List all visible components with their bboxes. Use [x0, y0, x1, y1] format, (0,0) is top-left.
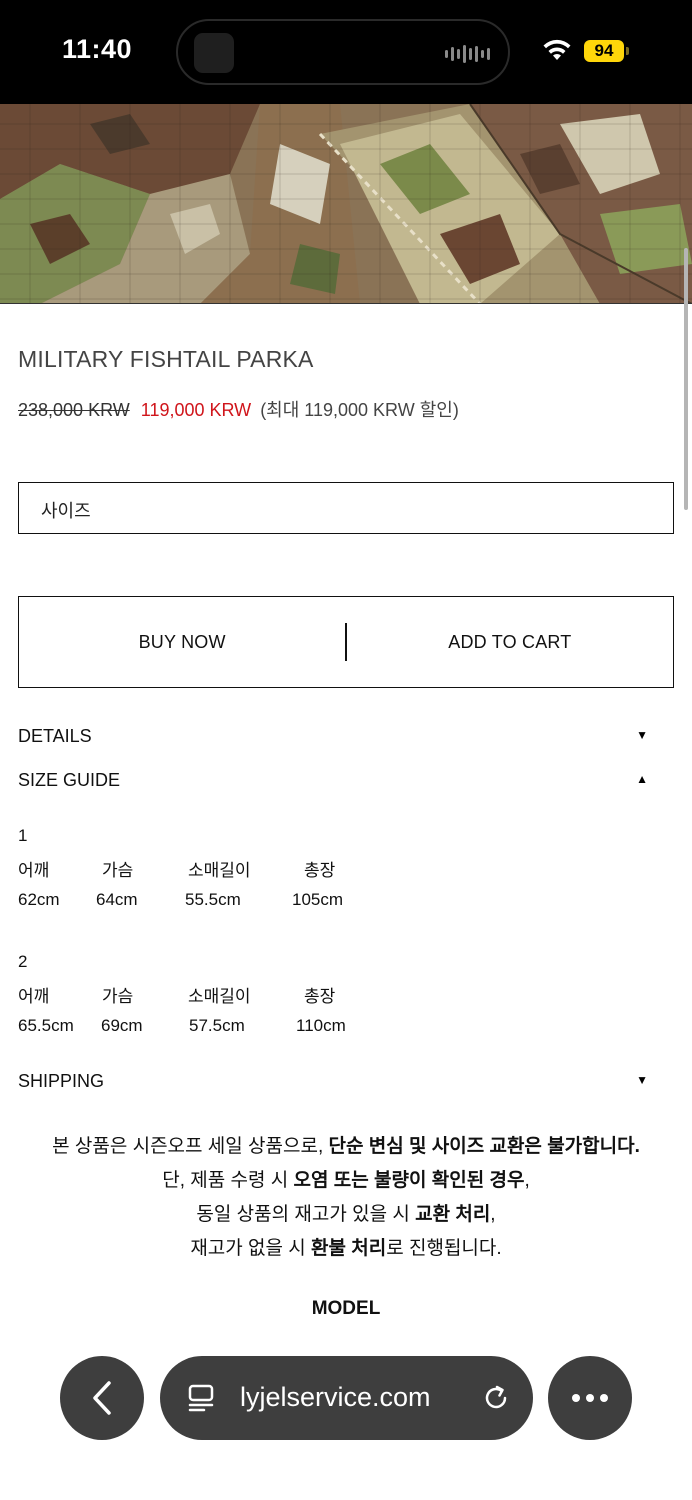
header-shoulder: 어깨	[18, 987, 50, 1006]
notice-text: 본 상품은 시즌오프 세일 상품으로,	[52, 1136, 329, 1157]
header-chest: 가슴	[102, 987, 134, 1006]
accordion-size-guide-label: SIZE GUIDE	[18, 770, 121, 790]
header-sleeve: 소매길이	[188, 861, 251, 880]
dynamic-island[interactable]	[176, 19, 510, 85]
header-sleeve: 소매길이	[188, 987, 251, 1006]
value-length: 105cm	[292, 890, 344, 909]
notice-line-4: 재고가 없을 시 환불 처리로 진행됩니다.	[0, 1232, 692, 1266]
value-chest: 69cm	[101, 1016, 143, 1035]
caret-up-icon: ▲	[636, 772, 648, 786]
price-row: 238,000 KRW 119,000 KRW (최대 119,000 KRW …	[18, 396, 459, 422]
value-shoulder: 62cm	[18, 890, 60, 909]
product-image[interactable]	[0, 104, 692, 304]
accordion-size-guide[interactable]: SIZE GUIDE ▲	[18, 770, 648, 791]
url-text: lyjelservice.com	[240, 1382, 431, 1412]
notice-emphasis: 오염 또는 불량이 확인된 경우	[293, 1170, 525, 1191]
app-thumbnail-icon	[194, 33, 234, 73]
caret-down-icon: ▼	[636, 1073, 648, 1087]
buy-now-button[interactable]: BUY NOW	[19, 632, 345, 653]
notice-text: ,	[490, 1204, 496, 1225]
chevron-left-icon	[93, 1381, 111, 1415]
purchase-actions: BUY NOW ADD TO CART	[18, 596, 674, 688]
discount-note: (최대 119,000 KRW 할인)	[260, 400, 459, 420]
size-label: 2	[18, 952, 28, 971]
value-shoulder: 65.5cm	[18, 1016, 74, 1035]
value-sleeve: 57.5cm	[189, 1016, 245, 1035]
header-chest: 가슴	[102, 861, 134, 880]
more-icon	[572, 1394, 608, 1402]
accordion-shipping-label: SHIPPING	[18, 1071, 105, 1091]
audio-wave-icon	[445, 45, 490, 63]
battery-tip	[626, 47, 629, 55]
sale-price: 119,000 KRW	[140, 400, 252, 420]
product-title: MILITARY FISHTAIL PARKA	[18, 346, 314, 372]
notice-text: 단, 제품 수령 시	[162, 1170, 294, 1191]
notice-line-2: 단, 제품 수령 시 오염 또는 불량이 확인된 경우,	[0, 1164, 692, 1198]
notice-text: 재고가 없을 시	[190, 1238, 312, 1259]
notice-emphasis: 환불 처리	[311, 1238, 387, 1259]
size-label: 1	[18, 826, 28, 845]
accordion-shipping[interactable]: SHIPPING ▼	[18, 1071, 648, 1092]
model-heading: MODEL	[311, 1298, 381, 1319]
size-guide-table-2: 2 어깨 가슴 소매길이 총장 65.5cm 69cm 57.5cm 110cm	[18, 952, 418, 1042]
battery-icon: 94	[584, 40, 624, 62]
status-bar: 11:40 94	[0, 0, 692, 104]
address-bar[interactable]: lyjelservice.com	[160, 1356, 533, 1440]
value-chest: 64cm	[96, 890, 138, 909]
original-price: 238,000 KRW	[18, 400, 130, 420]
page-menu-icon[interactable]	[186, 1382, 218, 1414]
camo-pattern-image	[0, 104, 692, 303]
more-options-button[interactable]	[548, 1356, 632, 1440]
accordion-details-label: DETAILS	[18, 726, 92, 746]
add-to-cart-button[interactable]: ADD TO CART	[347, 632, 673, 653]
notice-text: 동일 상품의 재고가 있을 시	[196, 1204, 416, 1225]
reload-icon[interactable]	[480, 1382, 512, 1414]
wifi-icon	[543, 39, 571, 60]
notice-emphasis: 교환 처리	[415, 1204, 491, 1225]
caret-down-icon: ▼	[636, 728, 648, 742]
header-shoulder: 어깨	[18, 861, 50, 880]
page-scrollbar[interactable]	[684, 248, 688, 510]
value-length: 110cm	[296, 1016, 346, 1035]
value-sleeve: 55.5cm	[185, 890, 241, 909]
status-time: 11:40	[62, 34, 133, 64]
notice-emphasis: 단순 변심 및 사이즈 교환은 불가합니다.	[328, 1136, 640, 1157]
header-length: 총장	[304, 987, 336, 1006]
exchange-notice: 본 상품은 시즌오프 세일 상품으로, 단순 변심 및 사이즈 교환은 불가합니…	[0, 1130, 692, 1266]
notice-text: 로 진행됩니다.	[386, 1238, 502, 1259]
notice-line-1: 본 상품은 시즌오프 세일 상품으로, 단순 변심 및 사이즈 교환은 불가합니…	[0, 1130, 692, 1164]
back-button[interactable]	[60, 1356, 144, 1440]
accordion-details[interactable]: DETAILS ▼	[18, 726, 648, 747]
size-guide-table-1: 1 어깨 가슴 소매길이 총장 62cm 64cm 55.5cm 105cm	[18, 826, 418, 916]
header-length: 총장	[304, 861, 336, 880]
notice-line-3: 동일 상품의 재고가 있을 시 교환 처리,	[0, 1198, 692, 1232]
size-select[interactable]: 사이즈	[18, 482, 674, 534]
notice-text: ,	[524, 1170, 530, 1191]
